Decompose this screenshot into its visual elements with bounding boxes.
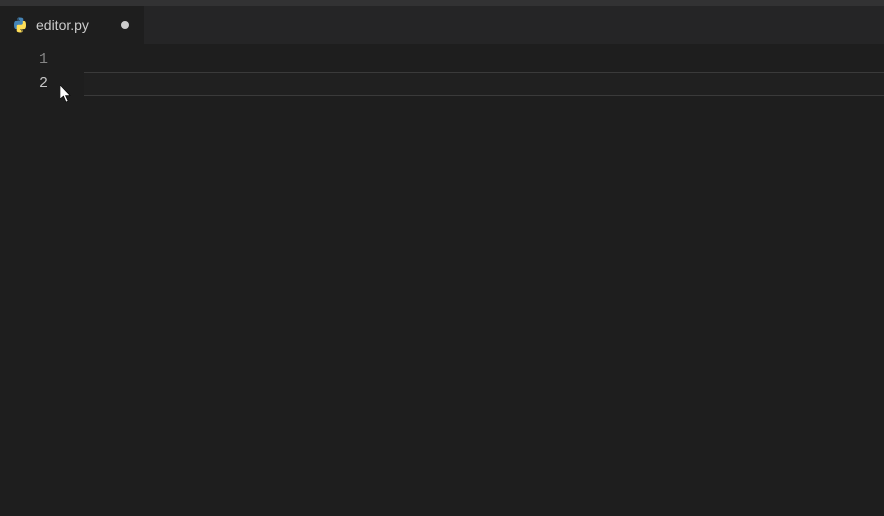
unsaved-indicator-icon[interactable]	[116, 16, 134, 34]
line-number-gutter: 12	[0, 44, 62, 516]
code-content[interactable]	[62, 44, 884, 516]
code-line[interactable]	[62, 72, 884, 96]
line-number: 2	[0, 72, 62, 96]
tab-bar: editor.py	[0, 6, 884, 44]
editor-tab[interactable]: editor.py	[0, 6, 145, 44]
tab-filename: editor.py	[36, 17, 89, 33]
editor-area[interactable]: 12	[0, 44, 884, 516]
code-line[interactable]	[62, 48, 884, 72]
python-file-icon	[12, 17, 28, 33]
line-number: 1	[0, 48, 62, 72]
